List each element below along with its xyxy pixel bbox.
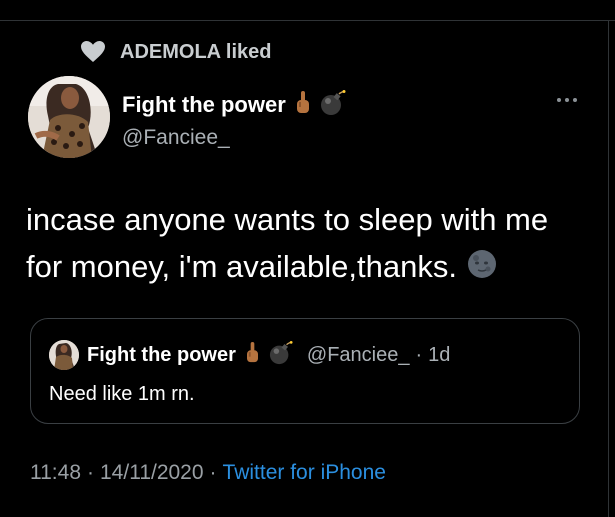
quoted-tweet[interactable]: Fight the power @Fanciee_ · 1d Need like 1… [30,318,580,424]
social-context-text: ADEMOLA liked [120,40,272,63]
heart-icon [81,41,105,62]
display-name[interactable]: Fight the power [122,92,286,118]
avatar[interactable] [28,76,110,158]
bomb-emoji [269,340,293,370]
tweet-time[interactable]: 11:48 [30,461,81,485]
quoted-text: Need like 1m rn. [49,383,195,405]
social-context[interactable]: ADEMOLA liked [80,38,272,66]
avatar-photo [28,76,110,158]
tweet-date[interactable]: 14/11/2020 [100,461,204,485]
middle-finger-emoji [246,341,259,369]
top-edge [0,0,615,21]
more-icon[interactable] [556,96,578,104]
handle[interactable]: @Fanciee_ [122,126,346,150]
bomb-emoji [320,89,346,121]
right-edge [608,20,609,517]
middle-finger-emoji [296,90,310,120]
separator: · [209,461,217,484]
tweet-text: incase anyone wants to sleep with me for… [26,196,591,292]
tweet-author[interactable]: Fight the power @Fanciee_ [122,89,346,150]
new-moon-face-emoji [467,245,497,292]
tweet-source-link[interactable]: Twitter for iPhone [223,461,386,485]
quoted-handle[interactable]: @Fanciee_ · 1d [307,344,451,367]
quoted-handle-text: @Fanciee_ [306,343,410,366]
quoted-display-name[interactable]: Fight the power [87,344,236,367]
separator: · [87,461,94,484]
separator: · [415,343,423,366]
quoted-age: 1d [428,343,451,366]
quoted-avatar[interactable] [49,340,79,370]
tweet-metadata: 11:48 · 14/11/2020 · Twitter for iPhone [30,461,386,485]
